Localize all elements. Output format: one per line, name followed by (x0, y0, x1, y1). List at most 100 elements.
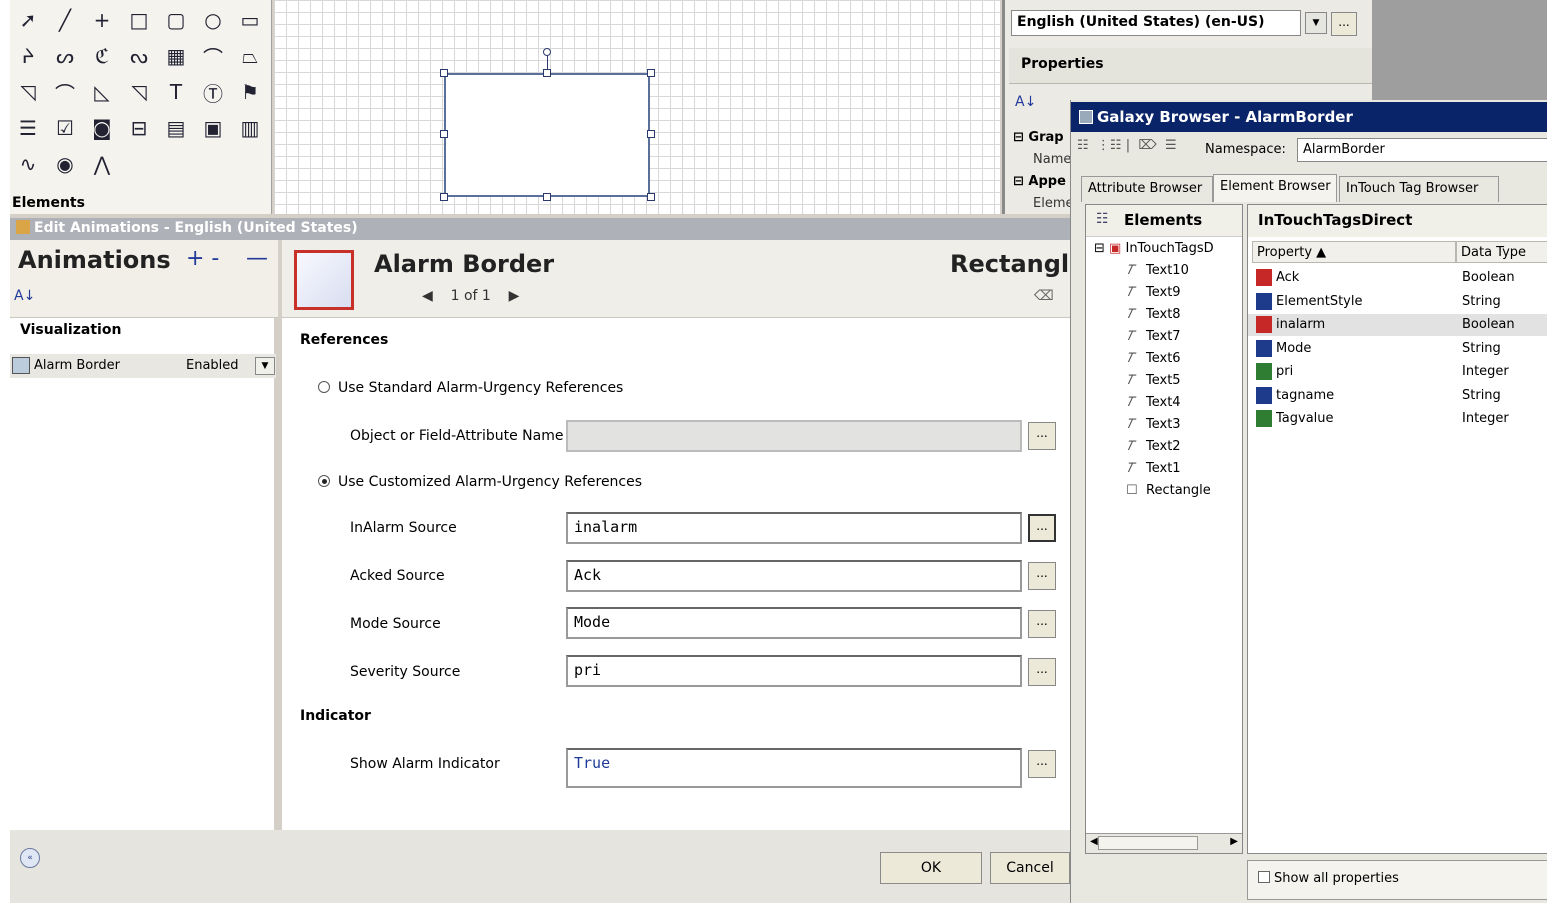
freeform-icon[interactable]: ᔓ (125, 42, 153, 70)
rounded-square-icon[interactable]: ▭ (236, 6, 264, 34)
scroll-thumb[interactable] (1098, 836, 1198, 850)
property-row[interactable]: Mode String (1248, 338, 1547, 360)
ellipse-icon[interactable]: ○ (199, 6, 227, 34)
inalarm-source-input[interactable]: inalarm (566, 512, 1022, 544)
polyline-icon[interactable]: ᔨ (14, 42, 42, 70)
tab-intouch-tag-browser[interactable]: InTouch Tag Browser (1339, 176, 1499, 202)
property-row-element[interactable]: Eleme (1033, 196, 1074, 211)
cancel-button[interactable]: Cancel (990, 852, 1070, 884)
closed-curve-icon[interactable]: ℭ (88, 42, 116, 70)
property-row[interactable]: inalarm Boolean (1248, 314, 1547, 336)
sort-icon[interactable]: A↓ (14, 288, 35, 304)
arc-icon[interactable]: ⌒ (199, 42, 227, 70)
horizontal-scrollbar[interactable]: ◀ ▶ (1086, 833, 1242, 853)
scroll-right-icon[interactable]: ▶ (1230, 836, 1238, 847)
text-icon[interactable]: T (162, 78, 190, 106)
resize-handle-w[interactable] (440, 130, 448, 138)
tag-icon[interactable]: ⌦ (1138, 138, 1156, 153)
prev-arrow-icon[interactable]: ◀ (422, 288, 433, 304)
resize-handle-e[interactable] (647, 130, 655, 138)
curve-chart-icon[interactable]: ⋀ (88, 150, 116, 178)
eraser-icon[interactable]: ⌫ (1034, 288, 1054, 304)
tab-element-browser[interactable]: Element Browser (1213, 174, 1337, 202)
animation-list-item[interactable]: Alarm Border Enabled ▼ (10, 354, 276, 378)
property-row[interactable]: Tagvalue Integer (1248, 408, 1547, 430)
checkbox-icon[interactable]: ☑ (51, 114, 79, 142)
tree-item[interactable]: 𝑇 Text7 (1126, 329, 1181, 344)
chevron-down-icon[interactable]: ▼ (255, 357, 275, 375)
inalarm-ellipsis-button[interactable]: ... (1028, 514, 1056, 542)
property-row[interactable]: Ack Boolean (1248, 267, 1547, 289)
tree-item[interactable]: 𝑇 Text8 (1126, 307, 1181, 322)
language-select[interactable]: English (United States) (en-US) (1011, 10, 1301, 36)
ok-button[interactable]: OK (880, 852, 982, 884)
next-arrow-icon[interactable]: ▶ (509, 288, 520, 304)
resize-handle-nw[interactable] (440, 69, 448, 77)
property-group-appearance[interactable]: ⊟ Appe (1013, 174, 1066, 189)
rectangle-icon[interactable]: □ (125, 6, 153, 34)
show-all-checkbox[interactable] (1258, 871, 1270, 883)
radio-icon[interactable]: ◙ (88, 114, 116, 142)
tree-item[interactable]: 𝑇 Text4 (1126, 395, 1181, 410)
textbox-icon[interactable]: Ⓣ (199, 78, 227, 106)
crosshair-icon[interactable]: + (88, 6, 116, 34)
sort-alpha-icon[interactable]: A↓ (1015, 94, 1036, 110)
tree-item[interactable]: 𝑇 Text1 (1126, 461, 1181, 476)
polygon-icon[interactable]: ⏢ (236, 42, 264, 70)
rotate-handle[interactable] (543, 48, 551, 56)
show-all-properties[interactable]: Show all properties (1247, 860, 1547, 900)
image-icon[interactable]: ▦ (162, 42, 190, 70)
acked-ellipsis-button[interactable]: ... (1028, 562, 1056, 590)
tab-attribute-browser[interactable]: Attribute Browser (1081, 176, 1213, 202)
list-view-icon[interactable]: ☰ (1165, 138, 1177, 153)
wedge-icon[interactable]: ◹ (125, 78, 153, 106)
show-indicator-input[interactable]: True (566, 748, 1022, 788)
collapse-icon[interactable]: « (20, 848, 40, 868)
chord-icon[interactable]: ⌒ (51, 78, 79, 106)
mode-source-input[interactable]: Mode (566, 607, 1022, 639)
radio-button-selected[interactable] (318, 475, 330, 487)
rounded-rectangle-icon[interactable]: ▢ (162, 6, 190, 34)
collapse-tree-icon[interactable]: ⊟ (1094, 241, 1105, 256)
design-canvas[interactable] (274, 0, 1000, 214)
resize-handle-se[interactable] (647, 193, 655, 201)
acked-source-input[interactable]: Ack (566, 560, 1022, 592)
remove-animation-button[interactable]: — (246, 246, 268, 271)
embedded-icon[interactable]: ◉ (51, 150, 79, 178)
property-row-name[interactable]: Name (1033, 152, 1071, 167)
property-group-graphic[interactable]: ⊟ Grap (1013, 130, 1064, 145)
combo-icon[interactable]: ⊟ (125, 114, 153, 142)
list-icon[interactable]: ☰ (14, 114, 42, 142)
tree-item[interactable]: 𝑇 Text3 (1126, 417, 1181, 432)
listbox-icon[interactable]: ▥ (236, 114, 264, 142)
hierarchy-icon[interactable]: ⋮☷ (1097, 138, 1122, 153)
curve-icon[interactable]: ᔕ (51, 42, 79, 70)
tree-view-icon[interactable]: ☷ (1077, 138, 1089, 153)
property-row[interactable]: tagname String (1248, 385, 1547, 407)
resize-handle-sw[interactable] (440, 193, 448, 201)
resize-handle-s[interactable] (543, 193, 551, 201)
indicator-ellipsis-button[interactable]: ... (1028, 750, 1056, 778)
tree-item[interactable]: 𝑇 Text2 (1126, 439, 1181, 454)
pointer-icon[interactable]: ➚ (14, 6, 42, 34)
chevron-down-icon[interactable]: ▼ (1305, 12, 1327, 34)
datetime-icon[interactable]: ▣ (199, 114, 227, 142)
column-header-datatype[interactable]: Data Type (1456, 241, 1547, 263)
mode-ellipsis-button[interactable]: ... (1028, 610, 1056, 638)
severity-ellipsis-button[interactable]: ... (1028, 658, 1056, 686)
resize-handle-n[interactable] (543, 69, 551, 77)
trend-icon[interactable]: ∿ (14, 150, 42, 178)
calendar-icon[interactable]: ▤ (162, 114, 190, 142)
tree-item[interactable]: 𝑇 Text9 (1126, 285, 1181, 300)
property-row[interactable]: ElementStyle String (1248, 291, 1547, 313)
resize-handle-ne[interactable] (647, 69, 655, 77)
add-animation-button[interactable]: + - (186, 246, 219, 271)
status-icon[interactable]: ⚑ (236, 78, 264, 106)
pie-icon[interactable]: ◹ (14, 78, 42, 106)
radio-customized-references[interactable]: Use Customized Alarm-Urgency References (318, 474, 642, 490)
severity-source-input[interactable]: pri (566, 655, 1022, 687)
tree-root[interactable]: ⊟ ▣ InTouchTagsD (1094, 241, 1214, 256)
radio-button[interactable] (318, 381, 330, 393)
scroll-left-icon[interactable]: ◀ (1090, 836, 1098, 847)
object-field-ellipsis-button[interactable]: ... (1028, 422, 1056, 450)
